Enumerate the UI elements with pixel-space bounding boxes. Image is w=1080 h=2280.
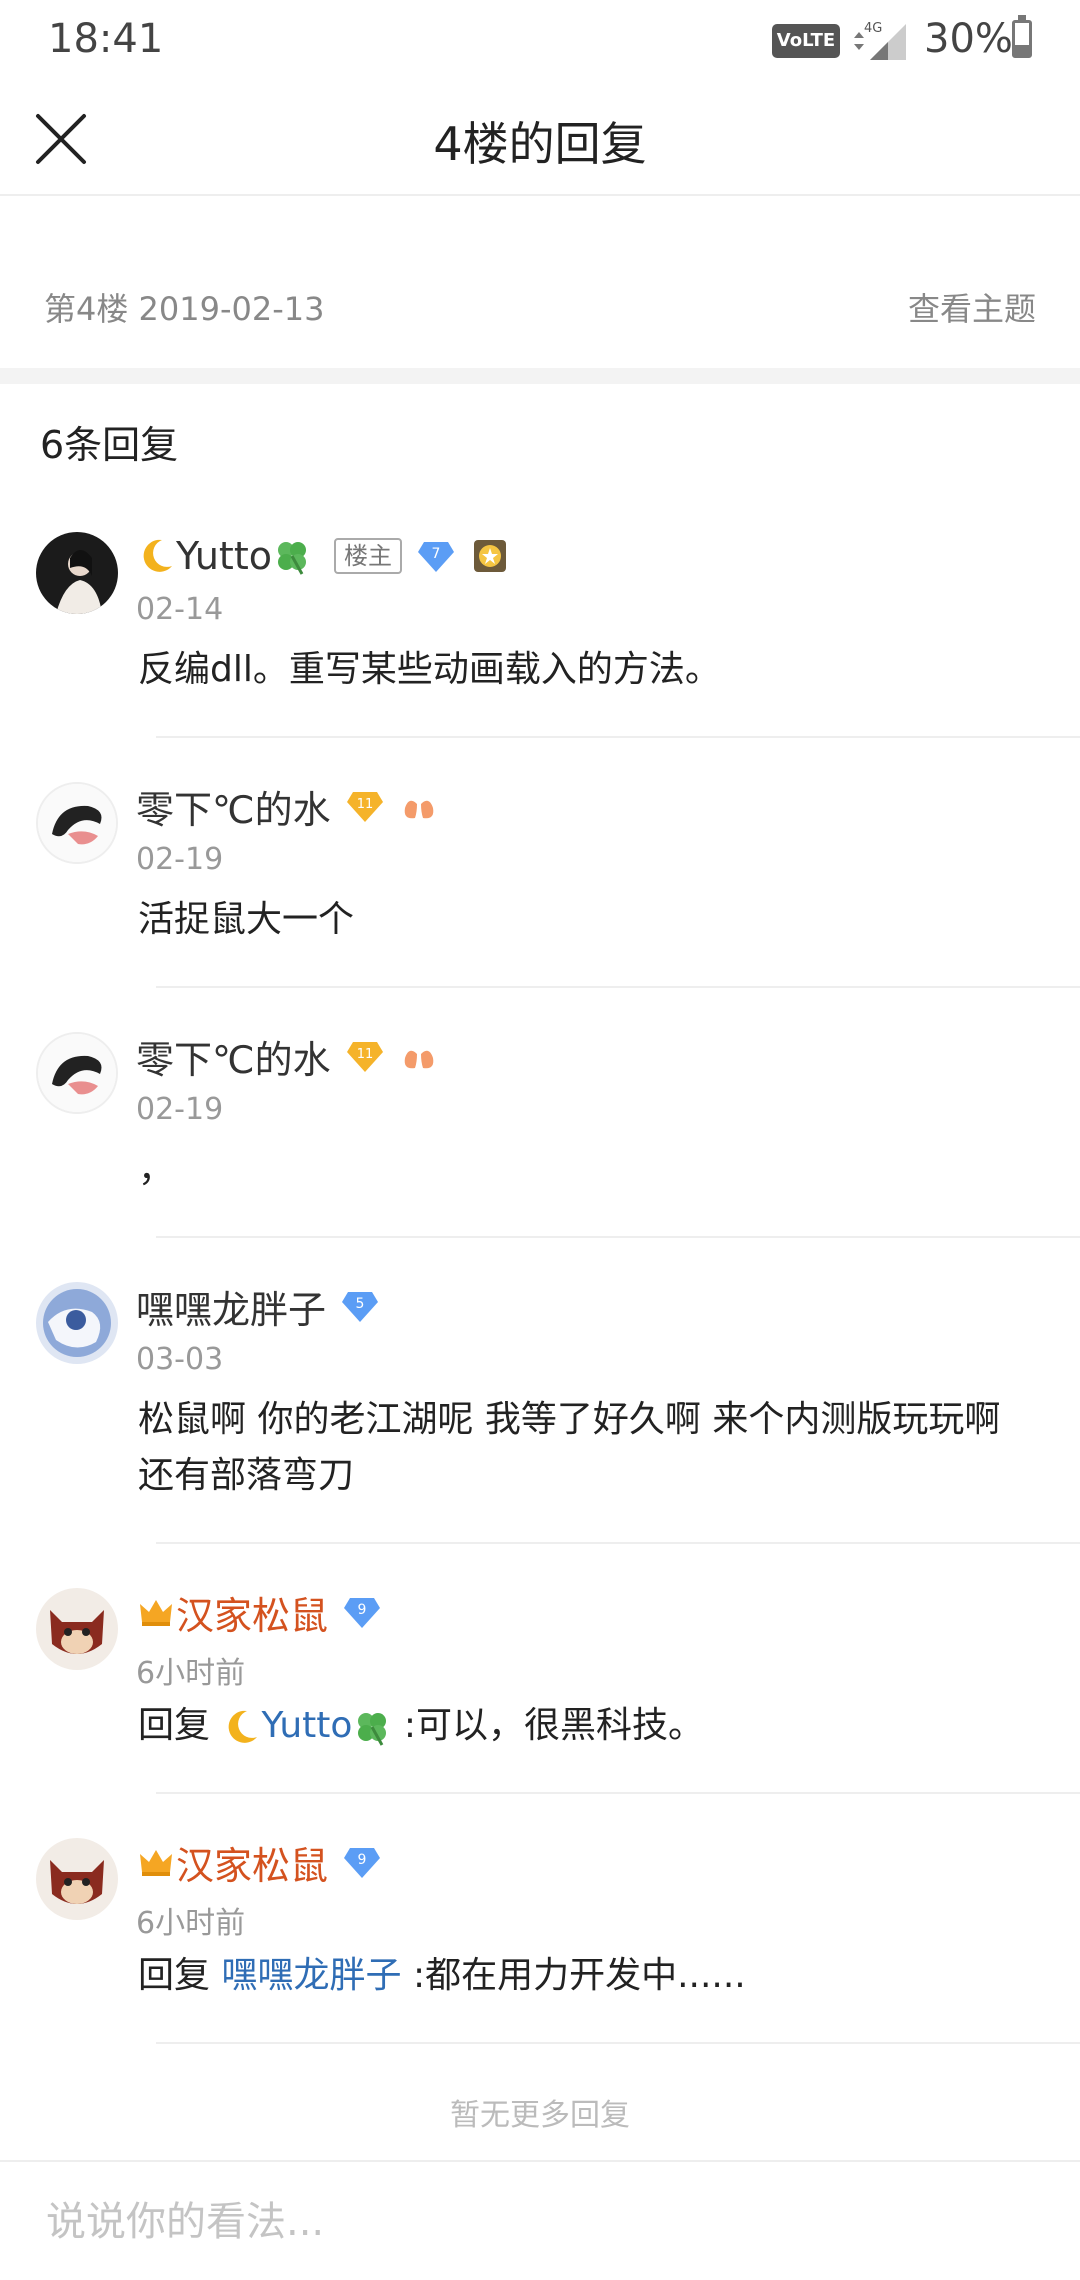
avatar[interactable]	[36, 532, 118, 614]
moon-icon	[229, 1710, 258, 1743]
divider	[156, 2042, 1080, 2044]
reply-date: 03-03	[136, 1342, 224, 1377]
level-badge-icon: 7	[417, 542, 454, 572]
no-more-replies: 暂无更多回复	[450, 2098, 630, 2133]
reply-content: 松鼠啊 你的老江湖呢 我等了好久啊 来个内测版玩玩啊 还有部落弯刀	[138, 1399, 1001, 1496]
avatar[interactable]	[36, 1588, 118, 1670]
status-time: 18:41	[48, 16, 164, 62]
user-line: 零下℃的水 11	[136, 1030, 439, 1082]
username[interactable]: 零下℃的水	[136, 1029, 331, 1084]
reply-count: 6条回复	[40, 423, 179, 467]
reply-date: 02-19	[136, 1092, 224, 1127]
battery-percent: 30%	[924, 16, 1013, 62]
top-bar: 4楼的回复	[0, 80, 1080, 196]
level-number: 11	[356, 1047, 373, 1062]
username[interactable]: 汉家松鼠	[176, 1835, 328, 1890]
level-number: 7	[432, 546, 441, 562]
section-divider	[0, 368, 1080, 384]
avatar[interactable]	[36, 1838, 118, 1920]
clover-icon	[358, 1713, 387, 1746]
level-badge-icon: 9	[344, 1848, 381, 1878]
comment-bar	[0, 2160, 1080, 2280]
user-line: 零下℃的水 11	[136, 780, 439, 832]
floor-meta: 第4楼 2019-02-13	[44, 290, 325, 328]
page-title: 4楼的回复	[433, 117, 647, 171]
moon-icon	[143, 539, 172, 572]
reply-content: 回复 嘿嘿龙胖子 :都在用力开发中......	[138, 1948, 1038, 2004]
crown-icon	[140, 1850, 172, 1876]
level-number: 9	[358, 1602, 367, 1618]
reply-content: 活捉鼠大一个	[138, 899, 355, 940]
medal-icon	[473, 540, 506, 572]
lungs-icon	[404, 794, 433, 819]
username[interactable]: 汉家松鼠	[176, 1585, 328, 1640]
divider	[156, 1792, 1080, 1794]
user-line: 嘿嘿龙胖子 5	[136, 1280, 380, 1332]
divider	[156, 986, 1080, 988]
signal-icon: 4G	[854, 21, 906, 60]
lungs-icon	[404, 1044, 433, 1069]
level-badge-icon: 9	[344, 1598, 381, 1628]
reply-text: :都在用力开发中......	[412, 1955, 746, 1996]
avatar[interactable]	[36, 782, 118, 864]
comment-input[interactable]	[46, 2190, 1026, 2254]
mention-link[interactable]: Yutto	[261, 1705, 352, 1746]
mention-link[interactable]: 嘿嘿龙胖子	[221, 1955, 401, 1996]
avatar[interactable]	[36, 1032, 118, 1114]
divider	[156, 1236, 1080, 1238]
reply-date: 6小时前	[136, 1656, 246, 1691]
reply-date: 02-19	[136, 842, 224, 877]
owner-tag: 楼主	[333, 538, 402, 574]
volte-indicator: VoLTE	[772, 24, 840, 58]
level-number: 5	[356, 1296, 365, 1312]
user-line: 汉家松鼠 9	[136, 1836, 382, 1888]
crown-icon	[140, 1600, 172, 1626]
level-number: 11	[356, 797, 373, 812]
reply-text: :可以，很黑科技。	[403, 1705, 704, 1746]
reply-content: 反编dll。重写某些动画载入的方法。	[138, 649, 721, 690]
level-badge-icon: 5	[342, 1292, 379, 1322]
battery-icon	[1012, 15, 1032, 58]
username[interactable]: 嘿嘿龙胖子	[136, 1279, 326, 1334]
signal-type-label: 4G	[864, 21, 882, 36]
level-number: 9	[358, 1852, 367, 1868]
reply-date: 6小时前	[136, 1906, 246, 1941]
user-line: Yutto 楼主 7	[136, 530, 510, 582]
reply-prefix: 回复	[138, 1955, 211, 1996]
clover-icon	[277, 542, 306, 575]
username[interactable]: Yutto	[176, 534, 272, 578]
view-topic-link[interactable]: 查看主题	[908, 284, 1036, 330]
reply-date: 02-14	[136, 592, 224, 627]
username[interactable]: 零下℃的水	[136, 779, 331, 834]
user-line: 汉家松鼠 9	[136, 1586, 382, 1638]
level-badge-icon: 11	[346, 1042, 383, 1072]
level-badge-icon: 11	[346, 792, 383, 822]
reply-content: ，	[138, 1149, 175, 1190]
avatar[interactable]	[36, 1282, 118, 1364]
divider	[156, 1542, 1080, 1544]
reply-prefix: 回复	[138, 1705, 211, 1746]
status-bar: 18:41 VoLTE 4G 30%	[0, 0, 1080, 80]
reply-content: 回复 Yutto :可以，很黑科技。	[138, 1698, 1038, 1754]
divider	[156, 736, 1080, 738]
